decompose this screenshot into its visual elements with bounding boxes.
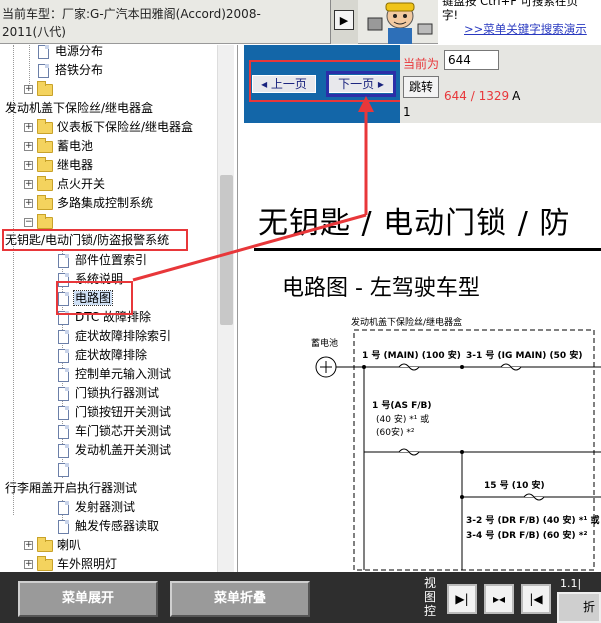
current-vehicle-title: 当前车型：厂家:G-广汽本田雅阁(Accord)2008-2011(八代): [2, 7, 261, 39]
folder-icon: [37, 175, 53, 191]
page-nav-bar: ◂ 上一页 下一页 ▸ 当前为 跳转 644 / 1329A 1: [244, 45, 601, 123]
version-text: 1.1|: [560, 577, 582, 590]
expand-icon[interactable]: +: [24, 161, 33, 170]
folder-icon: [37, 555, 53, 571]
expand-menu-button[interactable]: 菜单展开: [18, 581, 158, 617]
page-count: 644 / 1329 A: [444, 89, 521, 103]
collapse-view-icon[interactable]: |◀: [521, 584, 551, 614]
page-icon: [58, 500, 69, 515]
fuse-34-label: 3-4 号 (DR F/B) (60 安) *²: [466, 529, 587, 541]
tree-item[interactable]: 行李厢盖开启执行器测试: [4, 479, 138, 498]
tree-item[interactable]: 症状故障排除: [58, 346, 148, 365]
play-arrow-icon[interactable]: ▶: [334, 10, 354, 30]
expand-icon[interactable]: +: [24, 123, 33, 132]
collapse-menu-button[interactable]: 菜单折叠: [170, 581, 310, 617]
page-index-text: 1: [403, 105, 411, 119]
page-icon: [58, 329, 69, 344]
expand-icon[interactable]: +: [24, 560, 33, 569]
circuit-diagram: 发动机盖下保险丝/继电器盒 蓄电池 1 号 (MAIN) (100 安) 3-1…: [311, 316, 601, 571]
title-rule: [254, 248, 601, 251]
scrollbar-thumb[interactable]: [220, 175, 233, 325]
fuse-box-label: 发动机盖下保险丝/继电器盒: [351, 316, 462, 328]
document-title: 无钥匙 / 电动门锁 / 防: [258, 206, 571, 241]
tree-item[interactable]: 发动机盖开关测试: [58, 441, 172, 460]
tree-item[interactable]: + 多路集成控制系统: [24, 194, 154, 213]
tree-item[interactable]: [58, 460, 76, 479]
tree-item[interactable]: 发动机盖下保险丝/继电器盒: [4, 99, 154, 118]
folder-icon: [37, 137, 53, 153]
tree-item[interactable]: 部件位置索引: [58, 251, 148, 270]
tree-scrollbar[interactable]: [217, 45, 234, 572]
highlight-box: [2, 229, 188, 251]
document-subtitle: 电路图 - 左驾驶车型: [282, 276, 480, 301]
top-header: 当前车型：厂家:G-广汽本田雅阁(Accord)2008-2011(八代) ▶ …: [0, 0, 601, 44]
expand-view-icon[interactable]: ▶|: [447, 584, 477, 614]
tree-item[interactable]: 搭铁分布: [38, 61, 104, 80]
fuse-main-label: 1 号 (MAIN) (100 安): [362, 349, 461, 361]
expand-icon[interactable]: +: [24, 541, 33, 550]
tree-item[interactable]: 发射器测试: [58, 498, 136, 517]
fuse-15-label: 15 号 (10 安): [484, 479, 545, 491]
folder-icon: [37, 80, 53, 96]
page-icon: [58, 253, 69, 268]
tree-item[interactable]: 控制单元输入测试: [58, 365, 172, 384]
content-panel: ◂ 上一页 下一页 ▸ 当前为 跳转 644 / 1329A 1 无钥匙 / 电…: [244, 45, 601, 572]
highlight-box: [326, 71, 396, 97]
folder-icon: [37, 118, 53, 134]
expand-icon[interactable]: +: [24, 142, 33, 151]
page-icon: [58, 519, 69, 534]
menu-tree: 电源分布 搭铁分布 + 发动机盖下保险丝/继电器盒 + 仪表板下保险丝/继电器盒 …: [0, 45, 238, 572]
fuse-32-label: 3-2 号 (DR F/B) (40 安) *¹ 或: [466, 514, 600, 526]
page-icon: [38, 63, 49, 78]
fuse-asfb-label: 1 号(AS F/B): [372, 400, 432, 411]
tree-item[interactable]: + 蓄电池: [24, 137, 94, 156]
page-jump-panel: 当前为 跳转 644 / 1329A 1: [400, 45, 601, 123]
tree-item[interactable]: + 车外照明灯: [24, 555, 118, 572]
expand-icon[interactable]: +: [24, 180, 33, 189]
mascot-image: [367, 2, 433, 44]
page-icon: [58, 348, 69, 363]
page-icon: [58, 424, 69, 439]
fuse-ig-label: 3-1 号 (IG MAIN) (50 安): [466, 349, 582, 361]
expand-icon[interactable]: +: [24, 85, 33, 94]
tree-item[interactable]: 车门锁芯开关测试: [58, 422, 172, 441]
folder-icon: [37, 536, 53, 552]
search-demo-link[interactable]: >>菜单关键字搜索演示: [442, 22, 601, 36]
page-icon: [38, 45, 49, 59]
jump-button[interactable]: 跳转: [403, 76, 439, 98]
tree-item[interactable]: 门锁执行器测试: [58, 384, 160, 403]
page-number-input[interactable]: [444, 50, 499, 70]
folder-icon: [37, 213, 53, 229]
page-label: 当前为: [403, 57, 440, 71]
page-icon: [58, 367, 69, 382]
corner-button[interactable]: 折: [557, 592, 601, 623]
folder-icon: [37, 156, 53, 172]
tree-item[interactable]: 门锁按钮开关测试: [58, 403, 172, 422]
expand-icon[interactable]: +: [24, 199, 33, 208]
view-control-label: 视图控: [424, 576, 437, 618]
page-icon: [58, 443, 69, 458]
split-view-icon[interactable]: ▸◂: [484, 584, 514, 614]
collapse-icon[interactable]: −: [24, 218, 33, 227]
search-tip: 键盘按 Ctrl+F 可搜索在页 字! >>菜单关键字搜索演示: [438, 0, 601, 44]
tree-item[interactable]: 触发传感器读取: [58, 517, 160, 536]
tree-item[interactable]: 电源分布: [38, 45, 104, 61]
page-icon: [58, 405, 69, 420]
document-view: 无钥匙 / 电动门锁 / 防 电路图 - 左驾驶车型 发动机盖下保险丝/继电器盒…: [244, 123, 601, 572]
tree-item[interactable]: + 仪表板下保险丝/继电器盒: [24, 118, 194, 137]
battery-label: 蓄电池: [311, 337, 338, 349]
page-icon: [58, 386, 69, 401]
tree-item[interactable]: 症状故障排除索引: [58, 327, 172, 346]
tree-item[interactable]: + 点火开关: [24, 175, 106, 194]
fuse-asfb-rating-a: (40 安) *¹ 或: [376, 413, 429, 425]
fuse-asfb-rating-b: (60安) *²: [376, 426, 415, 438]
folder-icon: [37, 194, 53, 210]
highlight-box: [56, 281, 133, 315]
tree-item[interactable]: + 喇叭: [24, 536, 82, 555]
bottom-toolbar: 菜单展开 菜单折叠 视图控 ▶| ▸◂ |◀ 1.1| 折: [0, 572, 601, 623]
tree-item[interactable]: + 继电器: [24, 156, 94, 175]
page-icon: [58, 462, 69, 477]
tree-item[interactable]: +: [24, 80, 58, 99]
